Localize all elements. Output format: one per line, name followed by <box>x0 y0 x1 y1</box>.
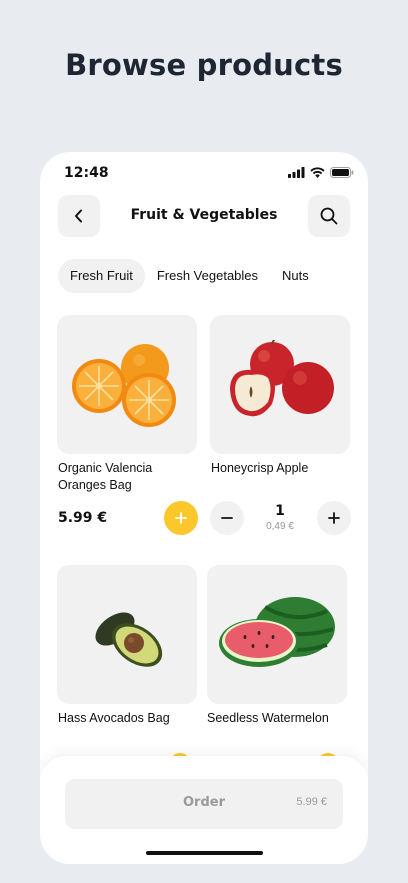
watermelon-image <box>219 596 335 667</box>
plus-icon <box>328 512 340 524</box>
oranges-image <box>72 343 176 427</box>
status-bar: 12:48 <box>64 164 354 184</box>
tab-nuts[interactable]: Nuts <box>270 259 321 293</box>
product-name: Hass Avocados Bag <box>58 711 170 725</box>
product-image-watermelon[interactable] <box>207 565 347 704</box>
tab-fresh-fruit[interactable]: Fresh Fruit <box>58 259 145 293</box>
plus-icon <box>175 512 187 524</box>
battery-icon <box>330 167 354 178</box>
wifi-icon <box>310 167 325 178</box>
home-indicator[interactable] <box>146 851 263 855</box>
product-image-avocados[interactable] <box>57 565 197 704</box>
page-title: Fruit & Vegetables <box>130 207 278 223</box>
product-image-apple[interactable] <box>210 315 350 454</box>
product-name: Seedless Watermelon <box>207 711 329 725</box>
page-headline: Browse products <box>65 48 343 82</box>
tab-fresh-vegetables[interactable]: Fresh Vegetables <box>145 259 270 293</box>
signal-icon <box>288 167 305 178</box>
order-button[interactable]: Order 5.99 € <box>65 779 343 829</box>
order-total: 5.99 € <box>296 796 327 808</box>
status-time: 12:48 <box>64 165 109 181</box>
product-price: 5.99 € <box>58 510 108 526</box>
category-tabs: Fresh Fruit Fresh Vegetables Nuts <box>58 259 321 293</box>
minus-icon <box>221 517 233 519</box>
chevron-left-icon <box>75 209 82 223</box>
search-icon <box>320 207 338 225</box>
product-image-oranges[interactable] <box>57 315 197 454</box>
add-to-cart-button[interactable] <box>164 501 198 535</box>
avocados-image <box>95 611 163 667</box>
quantity-display: 1 0,49 € <box>250 503 310 532</box>
order-footer: Order 5.99 € <box>40 756 368 864</box>
phone-screen: 12:48 Fruit & Vegetables Fresh Fruit Fre… <box>40 152 368 864</box>
product-name: Honeycrisp Apple <box>211 461 309 475</box>
unit-price: 0,49 € <box>266 521 294 532</box>
search-button[interactable] <box>308 195 350 237</box>
increase-quantity-button[interactable] <box>317 501 351 535</box>
status-icons <box>288 167 354 178</box>
product-name: Organic Valencia Oranges Bag <box>58 461 153 492</box>
back-button[interactable] <box>58 195 100 237</box>
quantity-value: 1 <box>275 503 285 519</box>
apples-image <box>230 339 334 416</box>
decrease-quantity-button[interactable] <box>210 501 244 535</box>
